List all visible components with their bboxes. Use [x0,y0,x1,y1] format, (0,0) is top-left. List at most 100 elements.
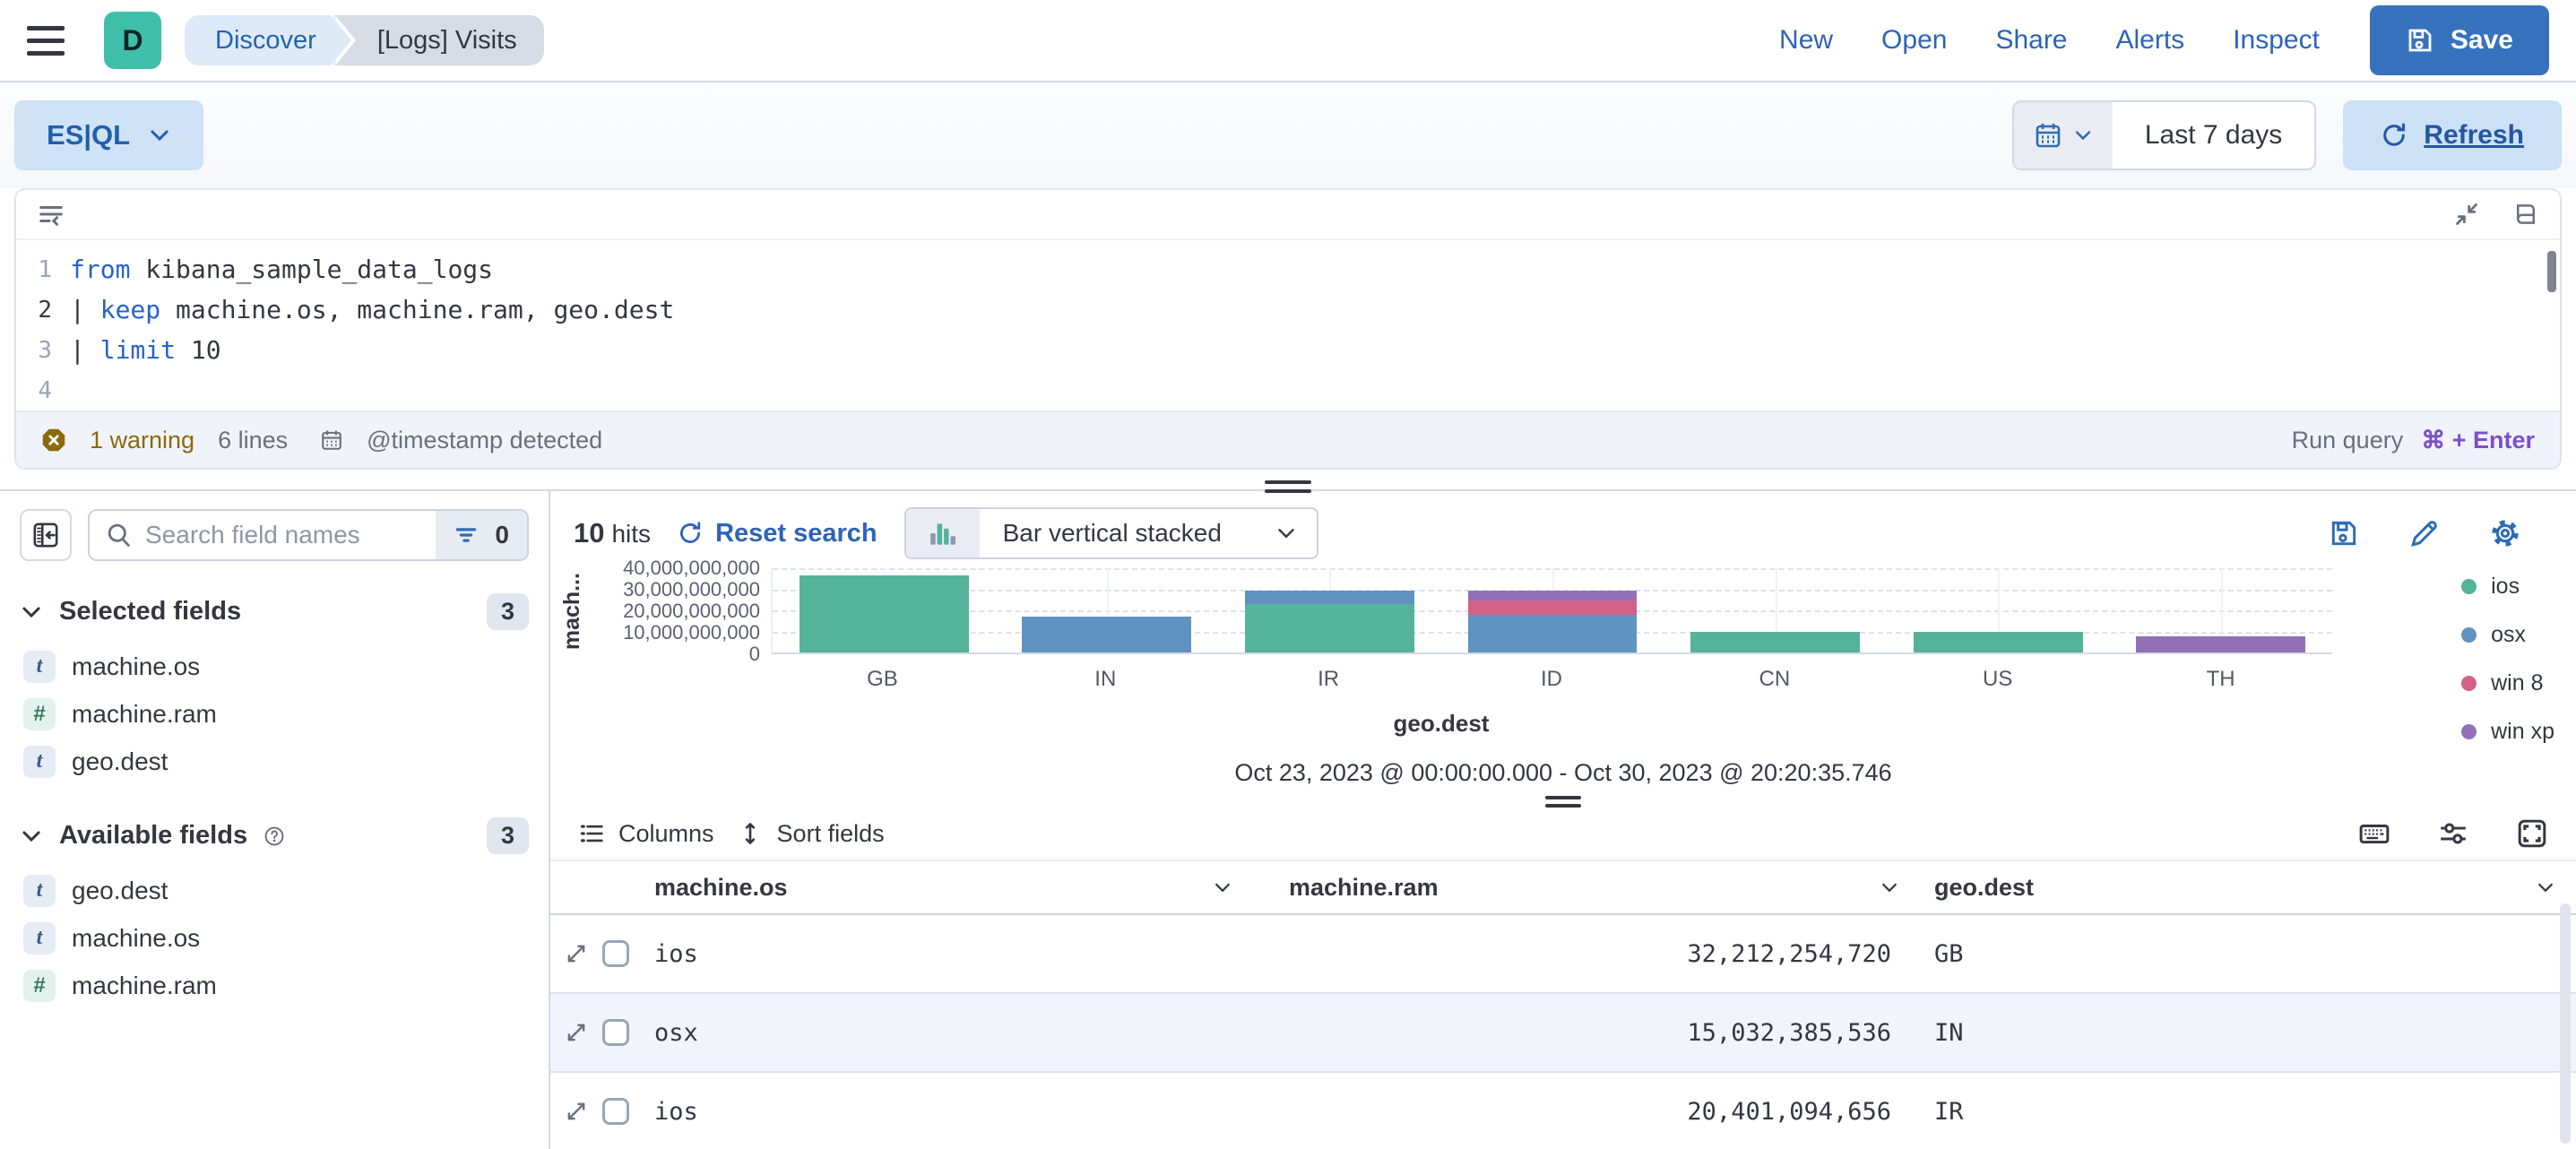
help-icon[interactable] [264,825,285,847]
legend-dot [2461,579,2477,594]
word-wrap-icon[interactable] [38,201,65,228]
cell-machine-ram[interactable]: 32,212,254,720 [1253,940,1920,968]
column-menu-icon[interactable] [2535,877,2556,898]
inspect-button[interactable]: Inspect [2233,25,2320,56]
chart-bar-IN[interactable] [996,568,1219,652]
legend-item-ios[interactable]: ios [2461,574,2554,600]
expand-row-icon[interactable] [565,942,588,965]
chart-bar-IR[interactable] [1218,568,1441,652]
time-range-value[interactable]: Last 7 days [2113,102,2314,168]
column-header-geo-dest[interactable]: geo.dest [1920,874,2576,902]
cell-geo-dest[interactable]: IN [1920,1019,2576,1047]
field-item-geo-dest[interactable]: t geo.dest [20,738,529,785]
calendar-icon [2034,121,2062,150]
field-item-machine-os[interactable]: t machine.os [20,914,529,962]
keyboard-icon[interactable] [2359,818,2390,849]
warning-count[interactable]: 1 warning [90,427,194,454]
top-nav: New Open Share Alerts Inspect [1779,25,2320,56]
column-menu-icon[interactable] [1879,877,1900,898]
expand-row-icon[interactable] [565,1021,588,1044]
save-button[interactable]: Save [2369,5,2549,75]
chart-type-value: Bar vertical stacked [1002,519,1222,547]
code-editor[interactable]: 1 from kibana_sample_data_logs 2 | keep … [16,240,2560,410]
field-item-machine-ram[interactable]: # machine.ram [20,690,529,738]
run-query-button[interactable]: Run query ⌘ + Enter [2292,427,2535,454]
number-field-icon: # [23,697,56,730]
code-line: 4 [16,370,2560,410]
field-item-machine-os[interactable]: t machine.os [20,643,529,690]
collapse-sidebar-icon [32,522,59,549]
field-search-input[interactable] [145,521,437,549]
legend-item-winxp[interactable]: win xp [2461,719,2554,745]
menu-icon[interactable] [27,25,65,56]
row-checkbox[interactable] [602,1098,629,1125]
chart-bar-ID[interactable] [1441,568,1664,652]
bar-segment-win-xp [1467,590,1638,601]
cell-machine-os[interactable]: osx [640,1019,1253,1047]
cell-geo-dest[interactable]: GB [1920,940,2576,968]
open-button[interactable]: Open [1881,25,1947,56]
alerts-button[interactable]: Alerts [2116,25,2185,56]
fullscreen-icon[interactable] [2517,818,2547,849]
sort-fields-button[interactable]: Sort fields [738,820,885,848]
expand-row-icon[interactable] [565,1100,588,1123]
content-area: 0 Selected fields 3 t machine.os # machi… [0,480,2576,1149]
bar-segment-win-xp [2136,636,2306,652]
sort-icon [738,821,763,846]
number-field-icon: # [23,969,56,1002]
reset-search-button[interactable]: Reset search [678,519,877,549]
cell-geo-dest[interactable]: IR [1920,1098,2576,1126]
row-checkbox[interactable] [602,940,629,967]
available-fields-list: t geo.dest t machine.os # machine.ram [20,867,529,1009]
new-button[interactable]: New [1779,25,1833,56]
field-item-machine-ram[interactable]: # machine.ram [20,962,529,1009]
chart-bar-CN[interactable] [1664,568,1887,652]
shrink-editor-icon[interactable] [2454,202,2479,227]
cell-machine-ram[interactable]: 20,401,094,656 [1253,1098,1920,1126]
chart-bar-US[interactable] [1887,568,2110,652]
share-button[interactable]: Share [1995,25,2067,56]
refresh-button[interactable]: Refresh [2343,100,2562,170]
row-checkbox[interactable] [602,1019,629,1046]
gear-icon[interactable] [2490,518,2520,549]
field-filter-button[interactable]: 0 [436,511,527,559]
chart-bar-GB[interactable] [773,568,996,652]
calendar-icon [320,428,343,452]
chevron-down-icon[interactable] [20,825,43,848]
y-axis-title: mach... [558,572,584,651]
cell-machine-ram[interactable]: 15,032,385,536 [1253,1019,1920,1047]
editor-scrollbar[interactable] [2547,251,2556,292]
display-options-icon[interactable] [2438,818,2468,849]
table-scrollbar[interactable] [2560,903,2571,1144]
available-fields-count: 3 [486,817,529,854]
edit-visualization-icon[interactable] [2409,518,2440,549]
chart-type-select[interactable]: Bar vertical stacked [903,507,1318,559]
editor-toolbar [16,190,2560,240]
table-toolbar: Columns Sort fields [550,808,2576,860]
column-header-machine-ram[interactable]: machine.ram [1253,874,1920,902]
breadcrumb-discover[interactable]: Discover [185,15,331,65]
chart-plot-area[interactable] [771,568,2332,654]
collapse-sidebar-button[interactable] [20,509,72,561]
cell-machine-os[interactable]: ios [640,940,1253,968]
editor-footer: 1 warning 6 lines @timestamp detected Ru… [16,410,2560,468]
documentation-icon[interactable] [2513,202,2538,227]
columns-button[interactable]: Columns [579,820,714,848]
column-header-machine-os[interactable]: machine.os [640,874,1253,902]
legend-item-osx[interactable]: osx [2461,622,2554,648]
column-menu-icon[interactable] [1212,877,1233,898]
chart-bar-TH[interactable] [2109,568,2332,652]
cell-machine-os[interactable]: ios [640,1098,1253,1126]
date-picker-quick-menu[interactable] [2013,102,2113,168]
breadcrumb: Discover [Logs] Visits [185,15,544,65]
table-header-row: machine.os machine.ram geo.dest [550,860,2576,915]
chevron-down-icon[interactable] [20,600,43,624]
editor-resize-handle[interactable] [1265,480,1311,493]
space-avatar[interactable]: D [104,12,161,69]
legend-item-win8[interactable]: win 8 [2461,670,2554,696]
field-item-geo-dest[interactable]: t geo.dest [20,867,529,914]
bar-segment-ios [799,575,969,652]
save-visualization-icon[interactable] [2329,518,2359,549]
histogram-resize-handle[interactable] [1545,796,1581,808]
language-switcher[interactable]: ES|QL [14,100,204,170]
